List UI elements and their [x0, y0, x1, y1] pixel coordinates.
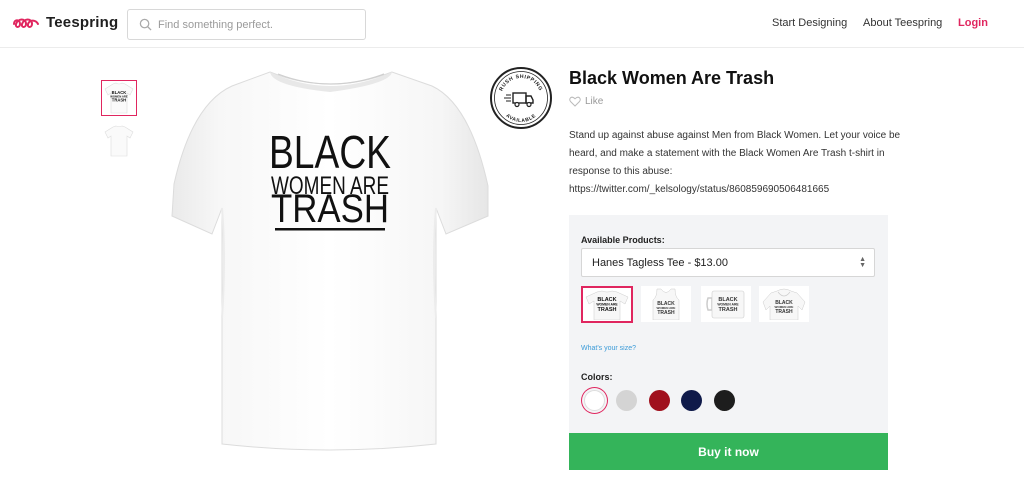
- shirt-back-thumb-image: [104, 125, 134, 157]
- tank-style-image: BLACK WOMEN ARE TRASH: [652, 288, 680, 320]
- svg-text:TRASH: TRASH: [112, 98, 126, 103]
- rush-shipping-badge-graphic: RUSH SHIPPING AVAILABLE: [490, 67, 552, 129]
- product-options-panel: Available Products: Hanes Tagless Tee - …: [569, 215, 888, 433]
- shirt-print-underline: [275, 228, 385, 231]
- product-style-hoodie[interactable]: BLACK WOMEN ARE TRASH: [759, 286, 809, 322]
- color-swatch-black[interactable]: [714, 390, 735, 411]
- rush-shipping-badge: RUSH SHIPPING AVAILABLE: [489, 66, 553, 130]
- mug-style-image: BLACK WOMEN ARE TRASH: [706, 290, 745, 319]
- svg-text:TRASH: TRASH: [719, 307, 738, 313]
- product-style-tank[interactable]: BLACK WOMEN ARE TRASH: [641, 286, 691, 322]
- colors-label: Colors:: [581, 372, 613, 382]
- color-swatch-red[interactable]: [649, 390, 670, 411]
- color-swatch-white[interactable]: [584, 390, 605, 411]
- product-image: BLACK WOMEN ARE TRASH: [170, 58, 490, 454]
- search-box[interactable]: [127, 9, 366, 40]
- svg-text:TRASH: TRASH: [657, 310, 675, 316]
- image-thumbnail-front[interactable]: BLACK WOMEN ARE TRASH: [101, 80, 137, 116]
- like-label: Like: [585, 96, 604, 107]
- svg-text:TRASH: TRASH: [775, 309, 793, 315]
- product-title: Black Women Are Trash: [569, 68, 775, 88]
- svg-text:WOMEN ARE: WOMEN ARE: [596, 302, 618, 306]
- login-link[interactable]: Login: [958, 17, 988, 29]
- nav-start-designing[interactable]: Start Designing: [772, 17, 847, 29]
- image-thumbnail-back[interactable]: [101, 123, 137, 159]
- teespring-logo-icon: [13, 18, 39, 28]
- color-swatch-navy[interactable]: [681, 390, 702, 411]
- shirt-print-line-1: BLACK: [269, 126, 391, 178]
- available-products-label: Available Products:: [581, 235, 665, 245]
- like-button[interactable]: Like: [569, 96, 603, 107]
- product-select[interactable]: Hanes Tagless Tee - $13.00 ▲ ▼: [581, 248, 875, 277]
- product-description: Stand up against abuse against Men from …: [569, 130, 901, 195]
- product-select-value: Hanes Tagless Tee - $13.00: [592, 256, 728, 269]
- shirt-front-thumb-image: BLACK WOMEN ARE TRASH: [104, 82, 134, 114]
- top-header: Teespring Start Designing About Teesprin…: [0, 0, 1024, 48]
- nav-about-teespring[interactable]: About Teespring: [863, 17, 942, 29]
- heart-icon: [569, 96, 581, 107]
- teespring-logo[interactable]: Teespring: [12, 14, 118, 31]
- buy-it-now-button[interactable]: Buy it now: [569, 433, 888, 470]
- tshirt-graphic: BLACK WOMEN ARE TRASH: [171, 71, 489, 451]
- shirt-print-line-3: TRASH: [271, 187, 389, 231]
- brand-name: Teespring: [46, 14, 119, 31]
- search-input[interactable]: [158, 18, 358, 31]
- product-style-tee[interactable]: BLACK WOMEN ARE TRASH: [581, 286, 633, 323]
- search-icon: [139, 18, 152, 31]
- svg-text:WOMEN ARE: WOMEN ARE: [717, 303, 739, 307]
- select-arrows-icon: ▲ ▼: [859, 256, 866, 269]
- hoodie-style-image: BLACK WOMEN ARE TRASH: [762, 288, 806, 320]
- tee-style-image: BLACK WOMEN ARE TRASH: [585, 290, 629, 320]
- color-swatch-gray[interactable]: [616, 390, 637, 411]
- product-style-mug[interactable]: BLACK WOMEN ARE TRASH: [701, 286, 751, 322]
- svg-text:TRASH: TRASH: [598, 307, 617, 313]
- size-guide-link[interactable]: What's your size?: [581, 345, 636, 352]
